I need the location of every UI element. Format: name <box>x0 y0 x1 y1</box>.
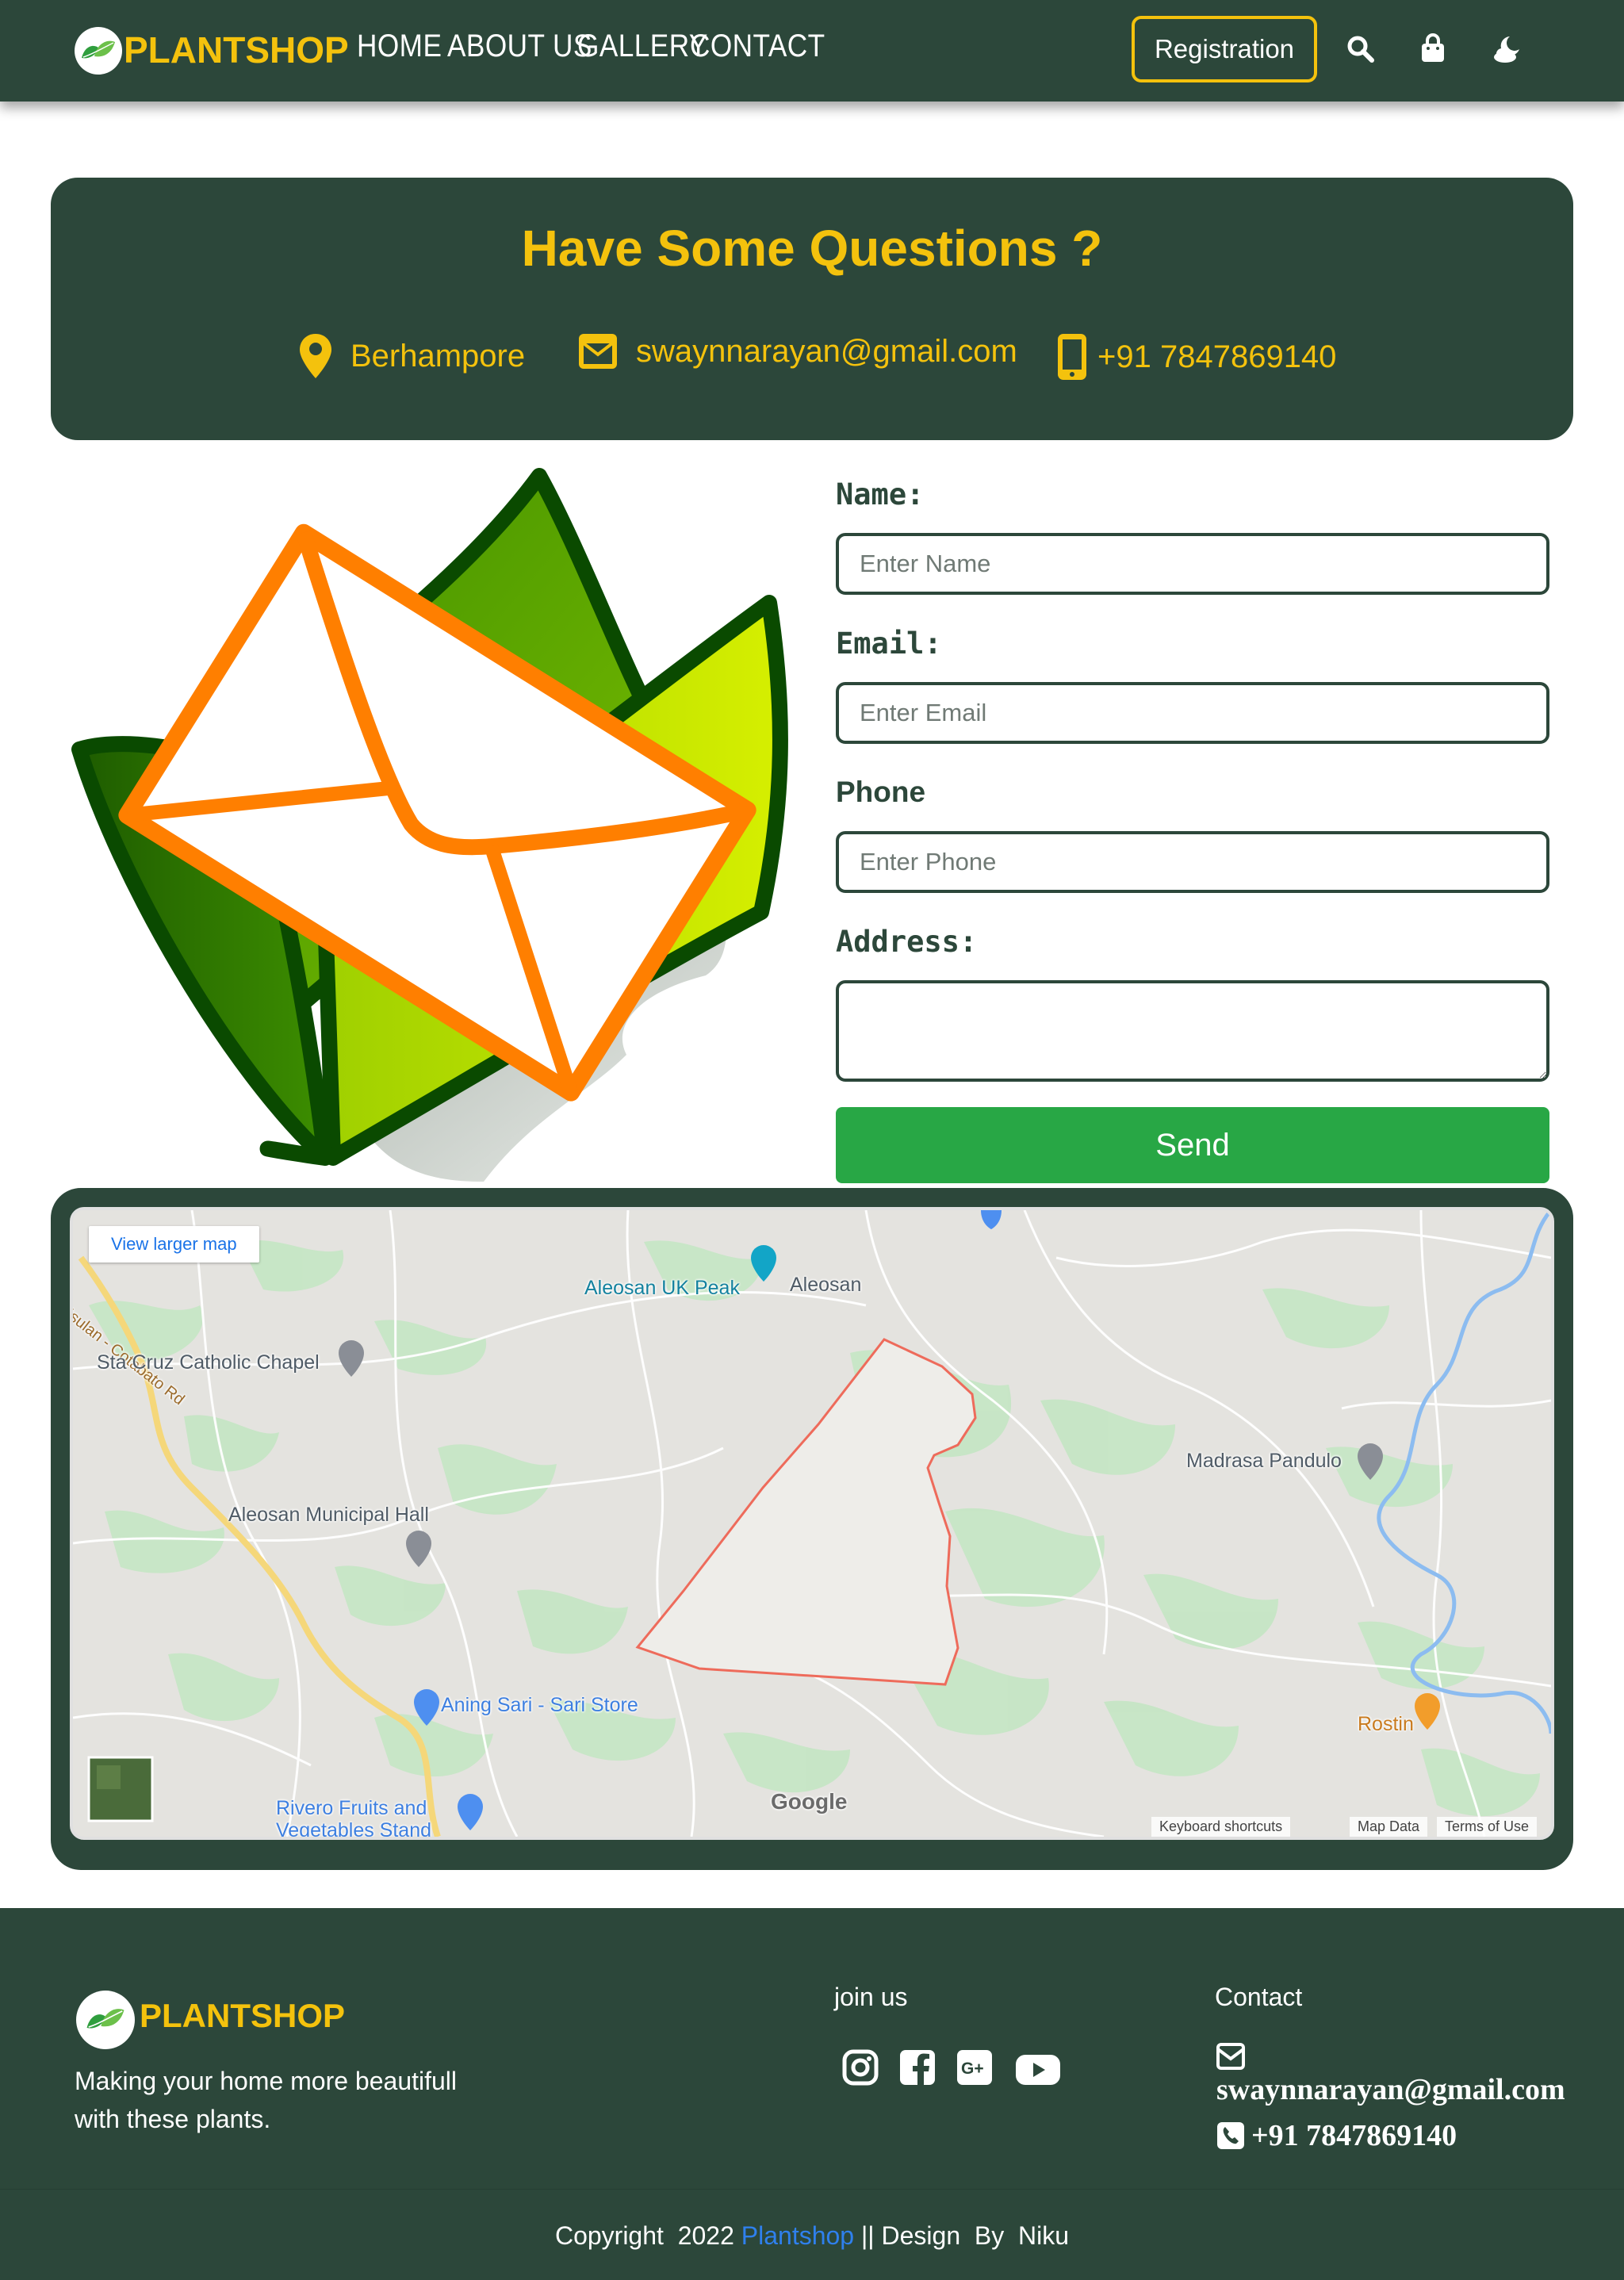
location-text: Berhampore <box>350 338 526 374</box>
map-section: View larger map Isulan - Cotabato Rd Sta… <box>51 1188 1573 1870</box>
send-button[interactable]: Send <box>836 1107 1549 1183</box>
keyboard-shortcuts-link[interactable]: Keyboard shortcuts <box>1151 1817 1291 1837</box>
footer-copyright-bar: Copyright 2022 Plantshop || Design By Ni… <box>0 2189 1624 2280</box>
phone-info[interactable]: +91 7847869140 <box>1056 332 1336 381</box>
footer-phone-text[interactable]: +91 7847869140 <box>1251 2118 1457 2153</box>
brand-name[interactable]: PLANTSHOP <box>124 29 349 71</box>
nav-gallery[interactable]: GALLERY <box>577 29 708 64</box>
map-label-peak: Aleosan UK Peak <box>584 1277 740 1299</box>
name-label: Name: <box>836 477 925 512</box>
copyright-prefix: Copyright 2022 <box>554 2221 741 2250</box>
phone-square-icon <box>1216 2121 1245 2150</box>
nav-home[interactable]: HOME <box>357 29 442 64</box>
questions-title: Have Some Questions ? <box>521 220 1103 277</box>
footer-brand-name[interactable]: PLANTSHOP <box>140 1997 345 2035</box>
nav-about-us[interactable]: ABOUT US <box>447 29 592 64</box>
google-plus-icon[interactable]: G+ <box>956 2049 993 2086</box>
contact-title: Contact <box>1215 1983 1303 2011</box>
map-label-fruits: Rivero Fruits and Vegetables Stand <box>276 1797 431 1840</box>
footer-tagline-line1: Making your home more beautifull <box>75 2067 458 2095</box>
address-textarea[interactable] <box>836 980 1549 1082</box>
location-info: Berhampore <box>298 332 525 380</box>
copyright-plantshop-link[interactable]: Plantshop <box>741 2221 854 2250</box>
map-label-store: Aning Sari - Sari Store <box>441 1694 638 1716</box>
nav-contact[interactable]: CONTACT <box>690 29 825 64</box>
facebook-icon[interactable] <box>899 2049 936 2086</box>
name-input[interactable] <box>836 533 1549 595</box>
map-label-rostin: Rostin <box>1358 1713 1414 1735</box>
view-larger-map-link[interactable]: View larger map <box>89 1226 259 1263</box>
search-icon[interactable] <box>1346 35 1375 63</box>
phone-input[interactable] <box>836 831 1549 893</box>
footer-phone[interactable]: +91 7847869140 <box>1216 2118 1457 2153</box>
email-input[interactable] <box>836 682 1549 744</box>
email-label: Email: <box>836 627 942 661</box>
map-label-hall: Aleosan Municipal Hall <box>228 1504 429 1526</box>
phone-label: Phone <box>836 776 926 808</box>
plant-logo-icon[interactable] <box>75 27 122 75</box>
instagram-icon[interactable] <box>842 2049 879 2086</box>
map-data-link[interactable]: Map Data <box>1350 1817 1428 1837</box>
google-logo: Google <box>771 1789 848 1814</box>
navbar: PLANTSHOP HOME ABOUT US GALLERY CONTACT … <box>0 0 1624 102</box>
footer-plant-logo-icon[interactable] <box>76 1991 135 2049</box>
map-label-fruits-line1: Rivero Fruits and <box>276 1797 427 1819</box>
footer-tagline: Making your home more beautifull with th… <box>75 2062 457 2138</box>
email-info[interactable]: swaynnarayan@gmail.com <box>577 332 1017 370</box>
envelope-icon <box>577 332 636 370</box>
phone-text[interactable]: +91 7847869140 <box>1097 339 1336 375</box>
mail-folder-illustration <box>71 468 793 1190</box>
terms-of-use-link[interactable]: Terms of Use <box>1437 1817 1538 1837</box>
map-label-fruits-line2: Vegetables Stand <box>276 1819 431 1840</box>
copyright-text: Copyright 2022 Plantshop || Design By Ni… <box>0 2221 1624 2251</box>
youtube-icon[interactable] <box>1015 2054 1061 2086</box>
contact-info-banner: Have Some Questions ? Berhampore swaynna… <box>51 178 1573 440</box>
footer-envelope-icon <box>1216 2043 1245 2070</box>
email-text[interactable]: swaynnarayan@gmail.com <box>636 334 1017 370</box>
map-label-town: Aleosan <box>790 1274 862 1296</box>
embedded-map[interactable]: View larger map Isulan - Cotabato Rd Sta… <box>70 1207 1554 1840</box>
address-label: Address: <box>836 925 978 959</box>
registration-button[interactable]: Registration <box>1132 16 1317 82</box>
map-marker-icon <box>298 332 350 380</box>
join-us-title: join us <box>834 1983 908 2011</box>
svg-text:G+: G+ <box>961 2060 984 2078</box>
footer-tagline-line2: with these plants. <box>75 2105 271 2133</box>
map-label-madrasa: Madrasa Pandulo <box>1186 1450 1342 1472</box>
map-label-chapel: Sta Cruz Catholic Chapel <box>97 1351 320 1374</box>
moon-cloud-icon[interactable] <box>1492 35 1524 63</box>
copyright-suffix: || Design By Niku <box>854 2221 1070 2250</box>
footer-email[interactable]: swaynnarayan@gmail.com <box>1216 2072 1565 2107</box>
shopping-bag-icon[interactable] <box>1420 33 1446 63</box>
